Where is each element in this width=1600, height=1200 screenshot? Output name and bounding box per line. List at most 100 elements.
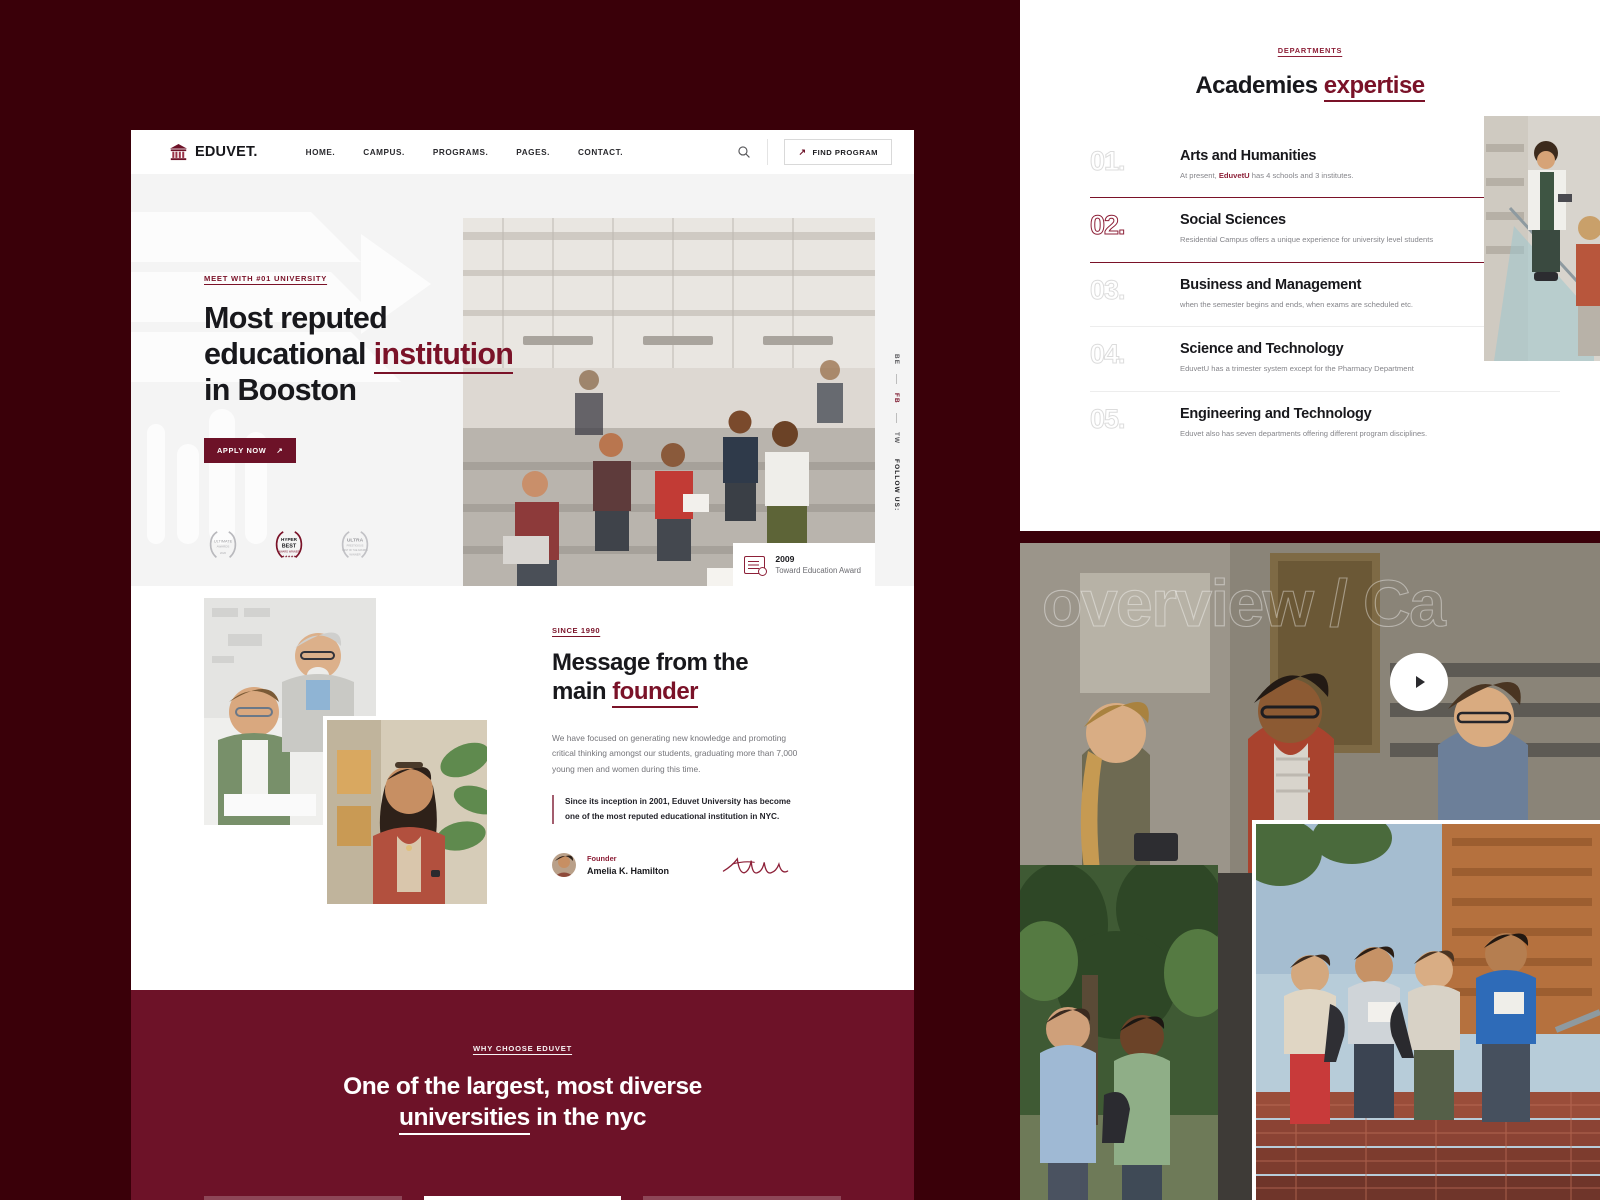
- nav-link-pages[interactable]: PAGES.: [516, 148, 550, 157]
- find-program-button[interactable]: ↗ FIND PROGRAM: [784, 139, 892, 165]
- department-name: Business and Management: [1180, 276, 1362, 293]
- award-year: 2009: [775, 554, 795, 564]
- signature-icon: [720, 852, 798, 878]
- svg-text:ULTIMATE: ULTIMATE: [214, 540, 233, 544]
- svg-text:2020: 2020: [220, 551, 227, 555]
- departments-title: Academies expertise: [1020, 72, 1600, 102]
- apply-now-label: APPLY NOW: [217, 445, 267, 455]
- founder-quote: Since its inception in 2001, Eduvet Univ…: [552, 795, 797, 824]
- site-navbar: EDUVET. HOME. CAMPUS. PROGRAMS. PAGES. C…: [131, 130, 914, 174]
- laurel-badge-ultimate: ULTIMATE AWARDS 2020: [204, 528, 242, 562]
- founder-meta: Founder Amelia K. Hamilton: [552, 852, 852, 878]
- logo[interactable]: EDUVET.: [169, 143, 258, 161]
- page-stage: EDUVET. HOME. CAMPUS. PROGRAMS. PAGES. C…: [0, 0, 1600, 1200]
- university-building-icon: [169, 143, 188, 161]
- why-choose-title-highlight: universities: [399, 1104, 530, 1136]
- why-tab-2[interactable]: [423, 1196, 622, 1200]
- department-desc: EduvetU has a trimester system except fo…: [1180, 364, 1414, 374]
- nav-link-contact[interactable]: CONTACT.: [578, 148, 623, 157]
- department-row-05[interactable]: 05. Engineering and Technology Eduvet al…: [1090, 390, 1560, 455]
- why-tab-1[interactable]: [204, 1196, 402, 1200]
- rail-divider: [896, 374, 897, 385]
- arrow-up-right-icon: ↗: [798, 146, 807, 157]
- hero-title-line1: Most reputed: [204, 301, 388, 335]
- certificate-icon: [744, 555, 768, 576]
- hero-title-highlight: institution: [373, 336, 514, 374]
- campus-overview-section: overview / Ca: [1020, 543, 1600, 1200]
- founder-eyebrow: SINCE 1990: [552, 626, 601, 635]
- arrow-up-right-icon: ↗: [276, 445, 284, 455]
- logo-text: EDUVET.: [195, 144, 258, 160]
- department-number: 02.: [1090, 210, 1127, 241]
- svg-text:HYPER: HYPER: [281, 537, 298, 542]
- library-stairs-photo: [1484, 116, 1600, 361]
- hero-eyebrow: MEET WITH #01 UNIVERSITY: [204, 274, 328, 283]
- why-choose-title: One of the largest, most diverse univers…: [343, 1071, 702, 1136]
- svg-text:AWARD WINNER: AWARD WINNER: [279, 549, 300, 553]
- founder-title-line2-plain: main: [552, 677, 613, 705]
- why-choose-section: WHY CHOOSE EDUVET One of the largest, mo…: [131, 990, 914, 1200]
- hero-title-line2-plain: educational: [204, 336, 374, 371]
- hero-section: MEET WITH #01 UNIVERSITY Most reputed ed…: [131, 174, 914, 628]
- search-icon[interactable]: [737, 145, 751, 159]
- svg-text:ULTRA: ULTRA: [347, 538, 364, 544]
- department-name: Science and Technology: [1180, 341, 1344, 358]
- hero-title-line3: in Booston: [204, 372, 357, 407]
- award-title: Toward Education Award: [775, 566, 861, 575]
- nav-link-programs[interactable]: PROGRAMS.: [433, 148, 488, 157]
- play-video-button[interactable]: [1390, 653, 1448, 711]
- hero-title: Most reputed educational institution in …: [204, 301, 551, 409]
- founder-title: Message from the main founder: [552, 649, 852, 708]
- department-number: 05.: [1090, 403, 1127, 434]
- rail-divider: [896, 412, 897, 423]
- nav-link-home[interactable]: HOME.: [306, 148, 336, 157]
- play-icon: [1416, 676, 1425, 688]
- founder-avatar: [552, 852, 576, 877]
- why-choose-eyebrow: WHY CHOOSE EDUVET: [472, 1044, 573, 1053]
- svg-text:WINNER: WINNER: [349, 553, 360, 557]
- navbar-actions: ↗ FIND PROGRAM: [737, 139, 892, 165]
- founder-title-highlight: founder: [612, 677, 699, 708]
- why-choose-title-line1: One of the largest, most diverse: [343, 1073, 702, 1100]
- departments-eyebrow: DEPARTMENTS: [1277, 46, 1343, 55]
- apply-now-button[interactable]: APPLY NOW ↗: [204, 437, 297, 463]
- social-link-be[interactable]: BE: [893, 354, 900, 365]
- department-number: 04.: [1090, 339, 1127, 370]
- department-number: 03.: [1090, 274, 1127, 305]
- department-desc: Eduvet also has seven departments offeri…: [1180, 428, 1428, 438]
- departments-card: DEPARTMENTS Academies expertise 01. Arts…: [1020, 0, 1600, 531]
- svg-text:★★★★★: ★★★★★: [282, 554, 297, 558]
- founder-section: SINCE 1990 Message from the main founder…: [131, 586, 914, 976]
- departments-title-highlight: expertise: [1323, 72, 1425, 102]
- nav-links: HOME. CAMPUS. PROGRAMS. PAGES. CONTACT.: [306, 148, 623, 157]
- founder-copy: SINCE 1990 Message from the main founder…: [552, 626, 852, 878]
- award-card: 2009 Toward Education Award: [733, 543, 875, 586]
- department-name: Engineering and Technology: [1180, 405, 1372, 422]
- overview-outline-text: overview / Ca: [1041, 565, 1446, 640]
- why-choose-tabs: [204, 1196, 842, 1200]
- social-link-fb[interactable]: FB: [893, 393, 900, 404]
- social-link-tw[interactable]: TW: [893, 432, 900, 444]
- nav-link-campus[interactable]: CAMPUS.: [363, 148, 405, 157]
- hero-copy: MEET WITH #01 UNIVERSITY Most reputed ed…: [131, 174, 551, 463]
- laurel-badge-ultra: ULTRA PRESTIGIOUS BEST OF THE AWARDS WIN…: [336, 528, 374, 562]
- find-program-label: FIND PROGRAM: [812, 147, 878, 157]
- department-desc: At present, EduvetU has 4 schools and 3 …: [1180, 171, 1354, 180]
- students-walking-campus-photo: [1020, 865, 1218, 1200]
- founder-portrait-photo: [323, 716, 491, 908]
- department-number: 01.: [1090, 146, 1127, 176]
- department-name: Social Sciences: [1180, 212, 1286, 229]
- founder-role: Founder: [587, 853, 617, 863]
- main-landing-card: EDUVET. HOME. CAMPUS. PROGRAMS. PAGES. C…: [131, 130, 914, 1200]
- laurel-badge-hyper-best: HYPER BEST AWARD WINNER ★★★★★: [270, 528, 308, 562]
- social-rail: BE FB TW FOLLOW US:: [893, 354, 900, 511]
- award-badges: ULTIMATE AWARDS 2020 HYPER BEST AWARD WI…: [204, 528, 374, 562]
- departments-header: DEPARTMENTS Academies expertise: [1020, 0, 1600, 102]
- why-choose-title-line2-plain: in the nyc: [529, 1104, 646, 1132]
- department-desc: when the semester begins and ends, when …: [1180, 299, 1414, 309]
- departments-title-plain: Academies: [1195, 72, 1324, 99]
- founder-name: Amelia K. Hamilton: [587, 865, 670, 876]
- follow-us-label: FOLLOW US:: [893, 458, 900, 512]
- department-desc: Residential Campus offers a unique exper…: [1180, 235, 1434, 245]
- why-tab-3[interactable]: [643, 1196, 842, 1200]
